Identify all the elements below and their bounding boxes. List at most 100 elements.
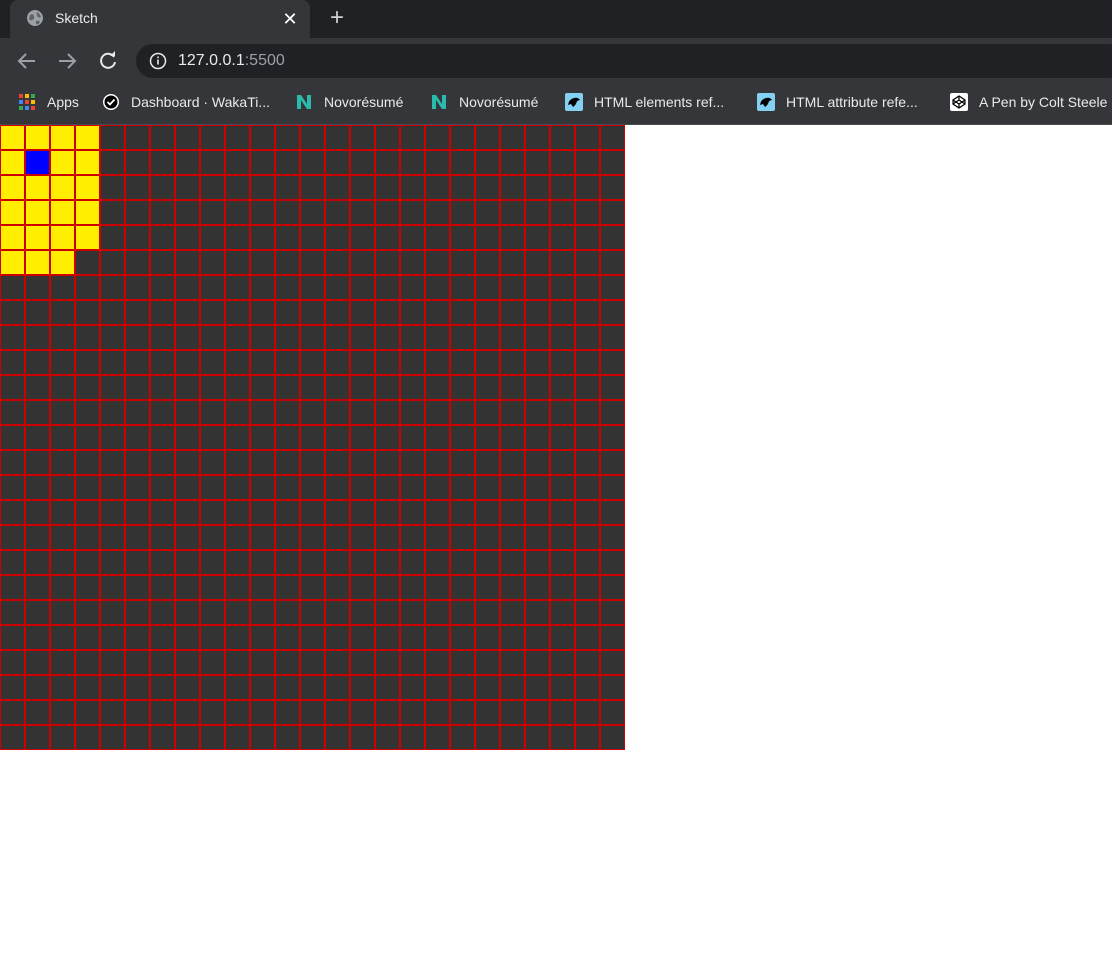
grid-cell[interactable] xyxy=(400,225,425,250)
grid-cell[interactable] xyxy=(150,250,175,275)
grid-cell[interactable] xyxy=(25,425,50,450)
grid-cell[interactable] xyxy=(375,300,400,325)
grid-cell[interactable] xyxy=(450,525,475,550)
grid-cell[interactable] xyxy=(325,525,350,550)
grid-cell[interactable] xyxy=(275,525,300,550)
grid-cell[interactable] xyxy=(575,475,600,500)
grid-cell[interactable] xyxy=(225,575,250,600)
grid-cell[interactable] xyxy=(175,300,200,325)
grid-cell[interactable] xyxy=(125,350,150,375)
grid-cell[interactable] xyxy=(500,725,525,750)
grid-cell[interactable] xyxy=(125,325,150,350)
grid-cell[interactable] xyxy=(150,275,175,300)
grid-cell[interactable] xyxy=(375,525,400,550)
grid-cell[interactable] xyxy=(200,700,225,725)
grid-cell[interactable] xyxy=(325,200,350,225)
grid-cell[interactable] xyxy=(250,475,275,500)
grid-cell[interactable] xyxy=(500,500,525,525)
grid-cell[interactable] xyxy=(200,450,225,475)
grid-cell[interactable] xyxy=(550,450,575,475)
grid-cell[interactable] xyxy=(500,225,525,250)
grid-cell[interactable] xyxy=(425,375,450,400)
grid-cell[interactable] xyxy=(400,600,425,625)
grid-cell[interactable] xyxy=(125,175,150,200)
grid-cell[interactable] xyxy=(325,675,350,700)
grid-cell[interactable] xyxy=(175,325,200,350)
grid-cell[interactable] xyxy=(600,150,625,175)
grid-cell[interactable] xyxy=(450,450,475,475)
grid-cell[interactable] xyxy=(275,375,300,400)
grid-cell[interactable] xyxy=(250,400,275,425)
grid-cell[interactable] xyxy=(550,425,575,450)
grid-cell[interactable] xyxy=(225,150,250,175)
grid-cell[interactable] xyxy=(600,175,625,200)
grid-cell[interactable] xyxy=(200,625,225,650)
grid-cell[interactable] xyxy=(525,600,550,625)
grid-cell[interactable] xyxy=(50,625,75,650)
grid-cell[interactable] xyxy=(50,675,75,700)
grid-cell[interactable] xyxy=(50,400,75,425)
grid-cell[interactable] xyxy=(375,375,400,400)
grid-cell[interactable] xyxy=(575,450,600,475)
grid-cell[interactable] xyxy=(450,300,475,325)
grid-cell[interactable] xyxy=(200,175,225,200)
grid-cell[interactable] xyxy=(400,450,425,475)
grid-cell[interactable] xyxy=(400,575,425,600)
grid-cell[interactable] xyxy=(450,575,475,600)
grid-cell[interactable] xyxy=(325,550,350,575)
grid-cell[interactable] xyxy=(200,650,225,675)
grid-cell[interactable] xyxy=(525,200,550,225)
grid-cell[interactable] xyxy=(25,600,50,625)
grid-cell[interactable] xyxy=(225,200,250,225)
grid-cell[interactable] xyxy=(75,200,100,225)
grid-cell[interactable] xyxy=(500,175,525,200)
grid-cell[interactable] xyxy=(600,600,625,625)
grid-cell[interactable] xyxy=(75,550,100,575)
grid-cell[interactable] xyxy=(550,350,575,375)
grid-cell[interactable] xyxy=(200,250,225,275)
grid-cell[interactable] xyxy=(350,625,375,650)
grid-cell[interactable] xyxy=(0,225,25,250)
grid-cell[interactable] xyxy=(25,625,50,650)
grid-cell[interactable] xyxy=(0,125,25,150)
grid-cell[interactable] xyxy=(300,575,325,600)
grid-cell[interactable] xyxy=(25,400,50,425)
grid-cell[interactable] xyxy=(250,600,275,625)
grid-cell[interactable] xyxy=(350,275,375,300)
grid-cell[interactable] xyxy=(25,375,50,400)
grid-cell[interactable] xyxy=(425,150,450,175)
grid-cell[interactable] xyxy=(525,625,550,650)
grid-cell[interactable] xyxy=(200,525,225,550)
grid-cell[interactable] xyxy=(325,125,350,150)
grid-cell[interactable] xyxy=(475,650,500,675)
grid-cell[interactable] xyxy=(25,225,50,250)
grid-cell[interactable] xyxy=(0,675,25,700)
grid-cell[interactable] xyxy=(75,475,100,500)
grid-cell[interactable] xyxy=(300,375,325,400)
grid-cell[interactable] xyxy=(550,175,575,200)
grid-cell[interactable] xyxy=(400,275,425,300)
grid-cell[interactable] xyxy=(575,150,600,175)
sketch-grid[interactable] xyxy=(0,125,625,750)
grid-cell[interactable] xyxy=(25,325,50,350)
grid-cell[interactable] xyxy=(225,125,250,150)
grid-cell[interactable] xyxy=(25,200,50,225)
grid-cell[interactable] xyxy=(175,550,200,575)
grid-cell[interactable] xyxy=(150,575,175,600)
grid-cell[interactable] xyxy=(250,250,275,275)
grid-cell[interactable] xyxy=(600,275,625,300)
grid-cell[interactable] xyxy=(400,700,425,725)
grid-cell[interactable] xyxy=(375,200,400,225)
grid-cell[interactable] xyxy=(575,625,600,650)
grid-cell[interactable] xyxy=(400,150,425,175)
grid-cell[interactable] xyxy=(175,525,200,550)
grid-cell[interactable] xyxy=(50,525,75,550)
grid-cell[interactable] xyxy=(25,125,50,150)
grid-cell[interactable] xyxy=(75,225,100,250)
grid-cell[interactable] xyxy=(125,625,150,650)
grid-cell[interactable] xyxy=(275,600,300,625)
grid-cell[interactable] xyxy=(125,650,150,675)
grid-cell[interactable] xyxy=(125,300,150,325)
grid-cell[interactable] xyxy=(0,425,25,450)
grid-cell[interactable] xyxy=(575,400,600,425)
